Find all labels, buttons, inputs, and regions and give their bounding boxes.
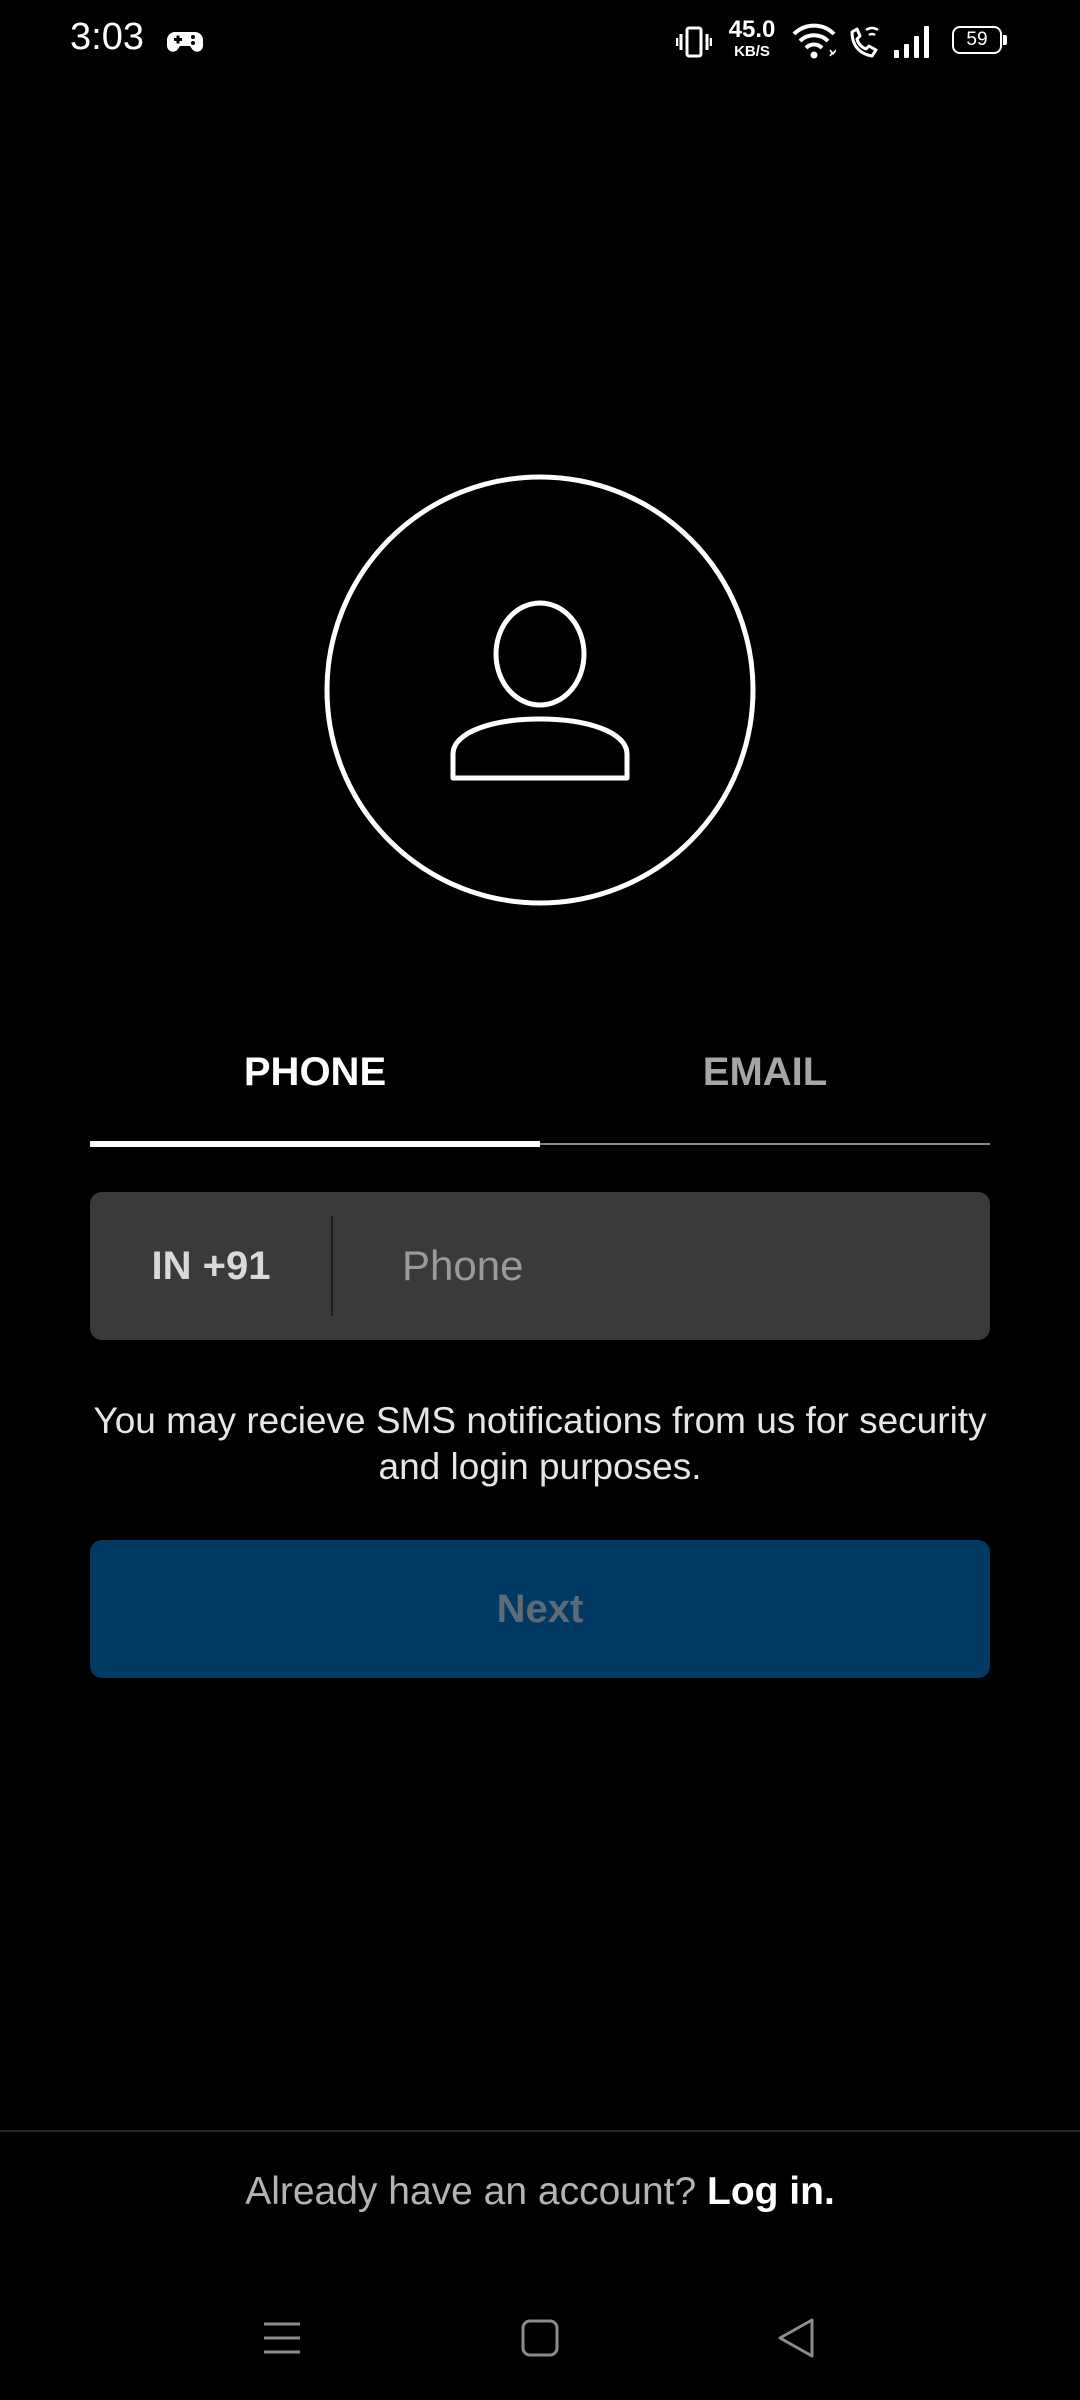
user-profile-icon[interactable] [324, 474, 756, 906]
battery-level: 59 [952, 26, 1002, 54]
footer-divider [0, 2130, 1080, 2132]
back-icon[interactable] [776, 2316, 816, 2360]
battery-icon: 59 [952, 26, 1008, 56]
signal-icon [894, 26, 929, 58]
login-prompt-text: Already have an account? [245, 2170, 707, 2213]
input-divider [331, 1216, 333, 1316]
active-tab-indicator [90, 1141, 540, 1147]
network-speed-unit: KB/S [734, 43, 770, 60]
login-link[interactable]: Log in. [707, 2170, 835, 2213]
home-icon[interactable] [520, 2318, 560, 2358]
wifi-calling-icon [850, 26, 879, 58]
phone-input-container: IN +91 [90, 1192, 990, 1340]
network-speed: 45.0 KB/S [724, 16, 780, 60]
login-prompt: Already have an account? Log in. [0, 2170, 1080, 2214]
status-time: 3:03 [70, 16, 144, 58]
wifi-icon [792, 23, 836, 59]
sms-notice: You may recieve SMS notifications from u… [93, 1400, 987, 1487]
tab-phone[interactable]: PHONE [90, 1030, 540, 1144]
battery-tip [1003, 35, 1007, 45]
status-bar: 3:03 45.0 KB/S 59 [0, 0, 1080, 84]
navigation-bar [0, 2290, 1080, 2400]
network-speed-value: 45.0 [728, 16, 776, 43]
country-code-selector[interactable]: IN +91 [90, 1192, 332, 1340]
tab-email[interactable]: EMAIL [540, 1030, 990, 1144]
login-method-tabs: PHONE EMAIL [90, 1030, 990, 1148]
phone-input[interactable] [402, 1192, 962, 1340]
next-button[interactable]: Next [90, 1540, 990, 1678]
menu-icon[interactable] [262, 2318, 302, 2358]
vibrate-icon [676, 26, 712, 58]
game-controller-icon [167, 32, 203, 52]
